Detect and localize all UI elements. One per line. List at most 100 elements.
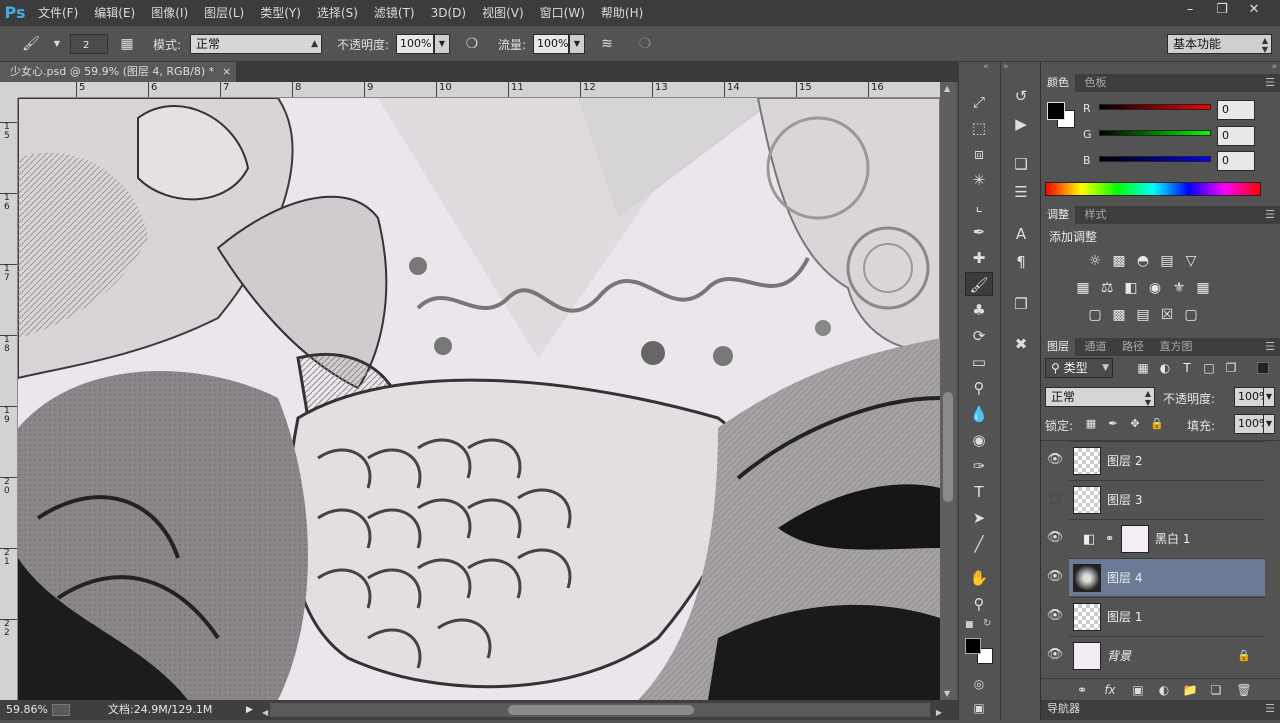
menu-item[interactable]: 视图(V)	[474, 0, 532, 26]
scroll-right-icon[interactable]: ▶	[936, 703, 942, 723]
zoom-level[interactable]: 59.86%	[6, 700, 48, 720]
vertical-scrollbar[interactable]: ▲ ▼	[940, 82, 956, 700]
move-tool-icon[interactable]: ⤢	[965, 90, 993, 114]
pressure-opacity-icon[interactable]: ❍	[461, 34, 483, 54]
menu-item[interactable]: 图层(L)	[196, 0, 252, 26]
blur-tool-icon[interactable]: 💧	[965, 402, 993, 426]
channel-b-slider[interactable]	[1099, 156, 1211, 162]
line-tool-icon[interactable]: ╱	[965, 532, 993, 556]
healing-brush-tool-icon[interactable]: ✚	[965, 246, 993, 270]
channel-r-field[interactable]: 0	[1217, 100, 1255, 120]
close-document-icon[interactable]: ×	[222, 62, 231, 82]
scroll-down-icon[interactable]: ▼	[944, 689, 950, 698]
posterize-icon[interactable]: ▩	[1109, 305, 1129, 325]
layer-row[interactable]: 图层 1	[1069, 597, 1265, 635]
quick-mask-icon[interactable]: ◎	[965, 672, 993, 696]
tab-styles[interactable]: 样式	[1079, 206, 1113, 224]
workspace-select[interactable]: 基本功能 ▲ ▼	[1167, 34, 1272, 54]
filter-adjustment-icon[interactable]: ◐	[1155, 358, 1175, 378]
selective-color-icon[interactable]: ☒	[1157, 305, 1177, 325]
minimize-button[interactable]: –	[1176, 1, 1204, 19]
vertical-scroll-thumb[interactable]	[943, 392, 953, 502]
lasso-tool-icon[interactable]: ⧈	[965, 142, 993, 166]
layer-row[interactable]: 背景 🔒	[1069, 636, 1265, 674]
paragraph-panel-icon[interactable]: ¶	[1007, 250, 1035, 274]
menu-item[interactable]: 编辑(E)	[86, 0, 143, 26]
layer-row-selected[interactable]: 图层 4	[1069, 558, 1265, 596]
path-selection-tool-icon[interactable]: ➤	[965, 506, 993, 530]
foreground-color-swatch[interactable]	[965, 638, 981, 654]
filter-shape-icon[interactable]: □	[1199, 358, 1219, 378]
lock-transparent-icon[interactable]: ▦	[1081, 414, 1101, 434]
brush-tool-icon[interactable]: 🖌	[20, 34, 42, 54]
collapse-panels-icon[interactable]: »	[1045, 62, 1277, 72]
new-adjustment-icon[interactable]: ◐	[1153, 679, 1175, 701]
filter-pixel-icon[interactable]: ▦	[1133, 358, 1153, 378]
horizontal-ruler[interactable]: 567891011121314151617	[18, 82, 940, 98]
menu-item[interactable]: 窗口(W)	[532, 0, 593, 26]
levels-icon[interactable]: ▩	[1109, 251, 1129, 271]
screen-mode-icon[interactable]: ▣	[965, 696, 993, 720]
eyedropper-tool-icon[interactable]: ✒	[965, 220, 993, 244]
layer-row[interactable]: 图层 2	[1069, 441, 1265, 479]
lock-position-icon[interactable]: ✥	[1125, 414, 1145, 434]
layers-panel-menu-icon[interactable]: ☰	[1265, 338, 1275, 356]
color-lookup-icon[interactable]: ▦	[1193, 278, 1213, 298]
close-window-button[interactable]: ✕	[1240, 1, 1268, 19]
crop-tool-icon[interactable]: ⌞	[965, 194, 993, 218]
status-menu-arrow-icon[interactable]: ▶	[246, 700, 253, 720]
expand-panels-icon[interactable]: »	[1003, 62, 1009, 72]
maximize-button[interactable]: ❐	[1208, 1, 1236, 19]
tab-paths[interactable]: 路径	[1116, 338, 1150, 356]
hue-saturation-icon[interactable]: ▦	[1073, 278, 1093, 298]
zoom-tool-icon[interactable]: ⚲	[965, 592, 993, 616]
filter-smart-object-icon[interactable]: ❐	[1221, 358, 1241, 378]
tab-layers[interactable]: 图层	[1041, 338, 1075, 356]
color-spectrum-ramp[interactable]	[1045, 182, 1261, 196]
paint-bucket-tool-icon[interactable]: ⚲	[965, 376, 993, 400]
scroll-left-icon[interactable]: ◀	[262, 703, 268, 723]
visibility-eye-icon[interactable]: 👁	[1041, 558, 1069, 596]
tab-swatches[interactable]: 色板	[1079, 74, 1113, 92]
mode-select[interactable]: 正常 ▲	[190, 34, 322, 54]
brush-preset-arrow-icon[interactable]: ▼	[46, 34, 68, 54]
pressure-size-icon[interactable]: ❍	[634, 34, 656, 54]
layer-filter-select[interactable]: ⚲ 类型 ▼	[1045, 358, 1113, 378]
tab-adjustments[interactable]: 调整	[1041, 206, 1075, 224]
invert-icon[interactable]: ▢	[1085, 305, 1105, 325]
scroll-up-icon[interactable]: ▲	[944, 84, 950, 93]
new-group-icon[interactable]: 📁	[1179, 679, 1201, 701]
eraser-tool-icon[interactable]: ▭	[965, 350, 993, 374]
channel-r-slider[interactable]	[1099, 104, 1211, 110]
tab-navigator[interactable]: 导航器	[1041, 700, 1086, 718]
tab-color[interactable]: 颜色	[1041, 74, 1075, 92]
vibrance-icon[interactable]: ▽	[1181, 251, 1201, 271]
add-mask-icon[interactable]: ▣	[1127, 679, 1149, 701]
photo-filter-icon[interactable]: ◉	[1145, 278, 1165, 298]
new-layer-icon[interactable]: ❏	[1205, 679, 1227, 701]
layer-style-icon[interactable]: fx	[1099, 679, 1121, 701]
gradient-map-icon[interactable]: ▢	[1181, 305, 1201, 325]
brightness-contrast-icon[interactable]: ☼	[1085, 251, 1105, 271]
default-colors-icon[interactable]: ■	[965, 620, 974, 630]
visibility-off-icon[interactable]: □	[1041, 480, 1069, 518]
document-canvas[interactable]	[18, 98, 940, 700]
brush-panel-icon[interactable]: ☰	[1007, 180, 1035, 204]
swap-colors-icon[interactable]: ↻	[983, 618, 991, 629]
opacity-field[interactable]: 100%	[396, 34, 434, 54]
brush-panel-toggle-icon[interactable]: ▦	[116, 34, 138, 54]
flow-field[interactable]: 100%	[533, 34, 569, 54]
menu-item[interactable]: 图像(I)	[143, 0, 196, 26]
collapse-toolbox-icon[interactable]: «	[983, 62, 989, 72]
curves-icon[interactable]: ◓	[1133, 251, 1153, 271]
black-white-icon[interactable]: ◧	[1121, 278, 1141, 298]
history-brush-tool-icon[interactable]: ⟳	[965, 324, 993, 348]
exposure-icon[interactable]: ▤	[1157, 251, 1177, 271]
layer-row[interactable]: ◧ ⚭ 黑白 1	[1069, 519, 1265, 557]
menu-item[interactable]: 帮助(H)	[593, 0, 651, 26]
character-panel-icon[interactable]: A	[1007, 222, 1035, 246]
tab-channels[interactable]: 通道	[1079, 338, 1113, 356]
fill-dropdown[interactable]: ▼	[1263, 414, 1275, 434]
visibility-eye-icon[interactable]: 👁	[1041, 636, 1069, 674]
navigator-menu-icon[interactable]: ☰	[1265, 700, 1275, 718]
